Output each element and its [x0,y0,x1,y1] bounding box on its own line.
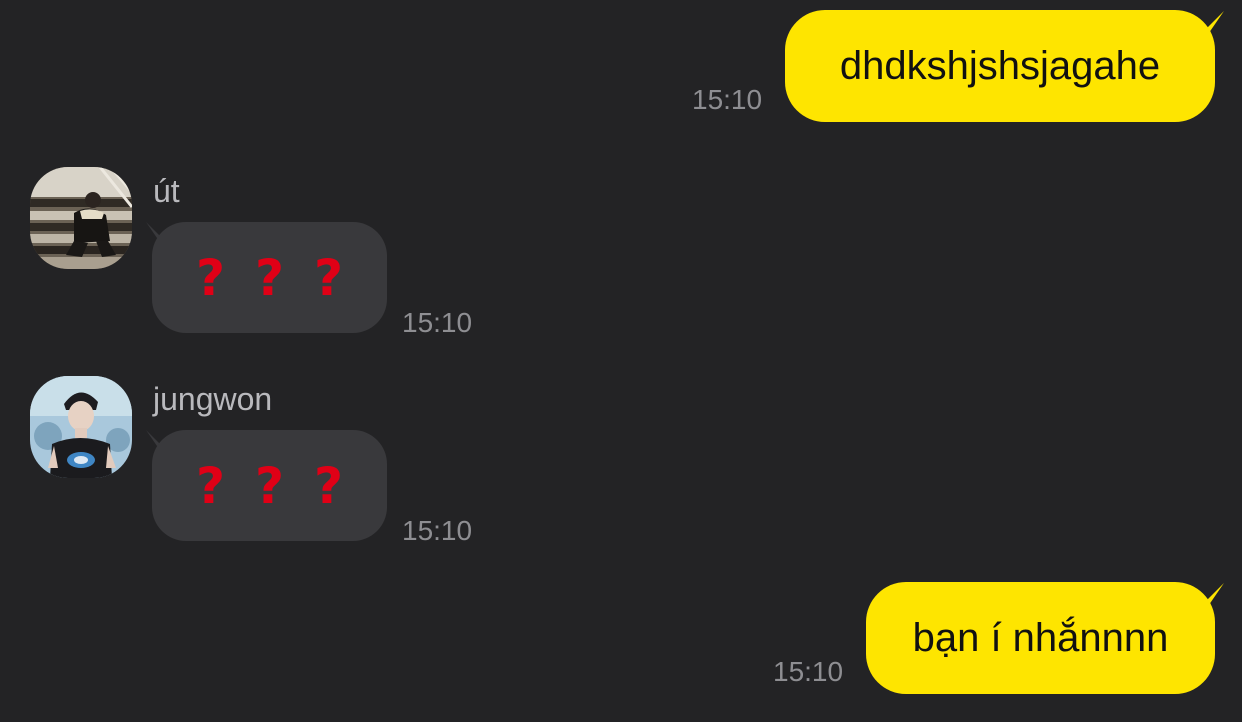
question-mark-emoji: ? [195,248,225,307]
user-avatar-portrait-icon[interactable] [30,376,132,478]
chat-message-list[interactable]: 15:10 dhdkshjshsjagahe út ? ? ? 15:10 ju… [0,0,1242,722]
sender-name: jungwon [153,381,273,417]
outgoing-message-bubble[interactable]: bạn í nhắnnnn [866,582,1215,694]
message-timestamp: 15:10 [402,307,473,338]
incoming-message-bubble[interactable]: ? ? ? [152,222,387,333]
question-mark-emoji: ? [314,456,344,515]
incoming-message-bubble[interactable]: ? ? ? [152,430,387,541]
message-text: dhdkshjshsjagahe [839,44,1161,88]
message-text: bạn í nhắnnnn [912,616,1169,660]
message-timestamp: 15:10 [402,515,473,546]
question-mark-emoji: ? [254,248,284,307]
question-mark-emoji: ? [254,456,284,515]
outgoing-message-bubble[interactable]: dhdkshjshsjagahe [785,10,1215,122]
question-mark-emoji: ? [195,456,225,515]
message-timestamp: 15:10 [773,656,844,687]
user-avatar-stairs-icon[interactable] [30,167,132,269]
sender-name: út [153,173,180,209]
question-mark-emoji: ? [314,248,344,307]
message-timestamp: 15:10 [692,84,763,115]
